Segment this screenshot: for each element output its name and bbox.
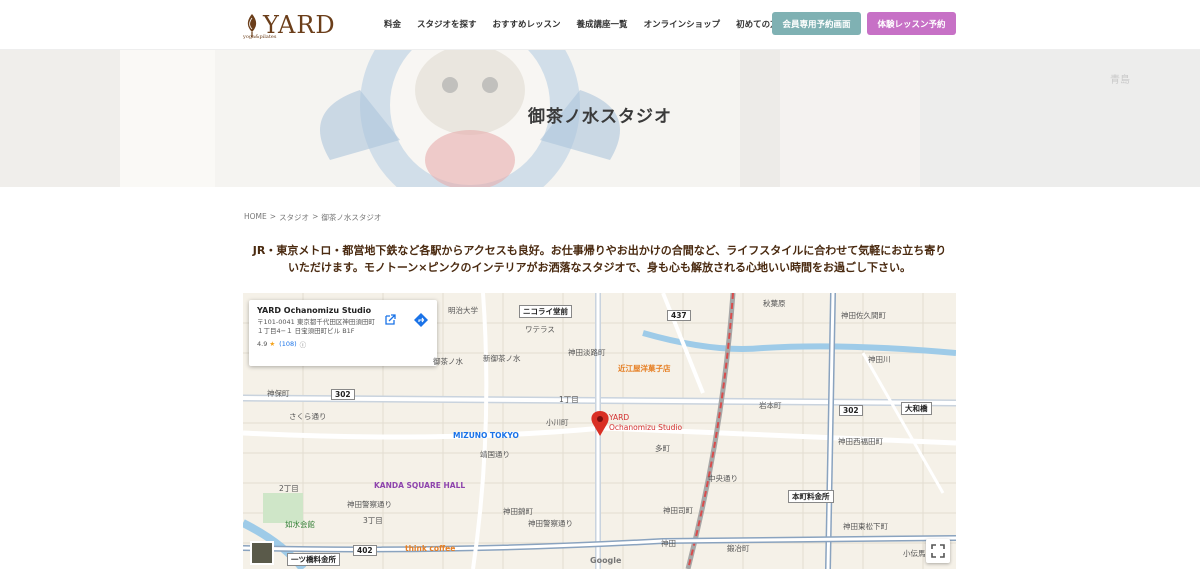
nav-item-training-courses[interactable]: 養成講座一覧	[577, 18, 628, 30]
site-logo[interactable]: YARD yoga&pilates	[243, 10, 336, 40]
map-label-akihabara: 秋葉原	[763, 299, 786, 308]
page-title: 御茶ノ水スタジオ	[528, 107, 672, 127]
map-label-meiji: 明治大学	[448, 306, 478, 315]
map-label-yard: YARD	[609, 413, 630, 422]
site-header: YARD yoga&pilates 料金 スタジオを探す おすすめレッスン 養成…	[0, 0, 1200, 50]
map-label-sakura: さくら通り	[289, 412, 327, 421]
map-label-tsukasamachi: 神田司町	[663, 506, 693, 515]
google-logo: Google	[590, 556, 622, 565]
breadcrumb-current: 御茶ノ水スタジオ	[321, 213, 382, 222]
open-in-maps-icon[interactable]	[382, 312, 398, 328]
studio-intro: JR・東京メトロ・都営地下鉄など各駅からアクセスも良好。お仕事帰りやお出かけの合…	[243, 242, 956, 276]
map-label-keisatsu-2: 神田警察通り	[528, 519, 573, 528]
map-label-waterras: ワテラス	[525, 325, 555, 334]
intro-line-2: いただけます。モノトーン×ピンクのインテリアがお洒落なスタジオで、身も心も解放さ…	[287, 261, 912, 274]
route-302-shield: 302	[839, 405, 863, 416]
fullscreen-button[interactable]	[926, 539, 950, 563]
intro-line-1: JR・東京メトロ・都営地下鉄など各駅からアクセスも良好。お仕事帰りやお出かけの合…	[252, 244, 947, 257]
rating-value: 4.9	[257, 340, 268, 348]
map-label-ogawamachi: 小川町	[546, 418, 569, 427]
map-label-gakushikaikan: 如水会館	[285, 520, 315, 529]
map-label-kanda-square: KANDA SQUARE HALL	[374, 481, 466, 490]
logo-subtext: yoga&pilates	[243, 34, 277, 40]
breadcrumb-home[interactable]: HOME	[244, 212, 267, 223]
map-label-nikorai: ニコライ堂前	[519, 305, 572, 318]
map-label-honmachi: 本町料金所	[788, 490, 834, 503]
map-label-kandagawa: 神田川	[868, 355, 891, 364]
trial-lesson-button[interactable]: 体験レッスン予約	[867, 12, 956, 35]
map-label-yamatobashi: 大和橋	[901, 402, 932, 415]
map-label-nishifukuda: 神田西福田町	[838, 437, 883, 446]
map-label-kajicho: 鍛冶町	[727, 544, 750, 553]
map-label-tacho: 多町	[655, 444, 670, 453]
map-label-hitotsubashi: 一ツ橋料金所	[287, 553, 340, 566]
map-label-3chome: 3丁目	[363, 516, 383, 525]
map-label-1chome: 1丁目	[559, 395, 579, 404]
google-map[interactable]: YARD Ochanomizu Studio 〒101-0041 東京都千代田区…	[243, 293, 956, 569]
place-name: YARD Ochanomizu Studio	[257, 306, 372, 315]
map-label-ochanomizu: 御茶ノ水	[433, 357, 463, 366]
map-label-kanda: 神田	[661, 539, 676, 548]
hero-banner: 青島 御茶ノ水スタジオ	[0, 50, 1200, 187]
map-label-think-coffee: think coffee	[405, 544, 456, 553]
map-label-mizuno: MIZUNO TOKYO	[453, 431, 519, 440]
map-label-yasukuni: 靖国通り	[480, 450, 510, 459]
nav-item-find-studio[interactable]: スタジオを探す	[417, 18, 477, 30]
map-label-2chome: 2丁目	[279, 484, 299, 493]
place-rating: 4.9 ★ (108) ⓘ	[257, 339, 429, 349]
map-label-yard-studio: Ochanomizu Studio	[609, 423, 683, 432]
fullscreen-icon	[931, 544, 945, 558]
map-label-shin-ochanomizu: 新御茶ノ水	[483, 354, 521, 363]
map-label-awajicho: 神田淡路町	[568, 348, 606, 357]
member-booking-button[interactable]: 会員専用予約画面	[772, 12, 861, 35]
route-402-shield: 402	[353, 545, 377, 556]
map-label-higashimatsushita: 神田東松下町	[843, 522, 888, 531]
map-label-omiya: 近江屋洋菓子店	[618, 364, 671, 373]
breadcrumb: HOME > スタジオ > 御茶ノ水スタジオ	[244, 212, 384, 223]
map-label-jimbocho: 神保町	[267, 389, 290, 398]
review-count-link[interactable]: (108)	[279, 340, 296, 348]
star-icon: ★	[269, 340, 276, 348]
satellite-toggle[interactable]	[250, 541, 274, 565]
map-label-chuo: 中央通り	[708, 474, 738, 483]
map-label-iwamotocho: 岩本町	[759, 401, 782, 410]
nav-item-recommended-lessons[interactable]: おすすめレッスン	[493, 18, 561, 30]
map-label-sakumacho: 神田佐久間町	[841, 311, 886, 320]
nav-item-price[interactable]: 料金	[384, 18, 401, 30]
map-label-keisatsu-1: 神田警察通り	[347, 500, 392, 509]
place-address: 〒101-0041 東京都千代田区神田須田町１丁目4−１ 日宝須田町ビル B1F	[257, 318, 375, 335]
main-nav: 料金 スタジオを探す おすすめレッスン 養成講座一覧 オンラインショップ 初めて…	[384, 0, 803, 48]
map-place-card: YARD Ochanomizu Studio 〒101-0041 東京都千代田区…	[249, 300, 437, 366]
route-302-shield: 302	[331, 389, 355, 400]
map-label-nishikicho: 神田錦町	[503, 507, 533, 516]
breadcrumb-studio[interactable]: スタジオ	[279, 212, 309, 223]
breadcrumb-separator: >	[312, 212, 319, 221]
directions-icon[interactable]	[413, 312, 429, 328]
route-437-shield: 437	[667, 310, 691, 321]
breadcrumb-separator: >	[269, 212, 277, 221]
info-circle-icon[interactable]: ⓘ	[300, 339, 307, 349]
nav-item-online-shop[interactable]: オンラインショップ	[644, 18, 721, 30]
